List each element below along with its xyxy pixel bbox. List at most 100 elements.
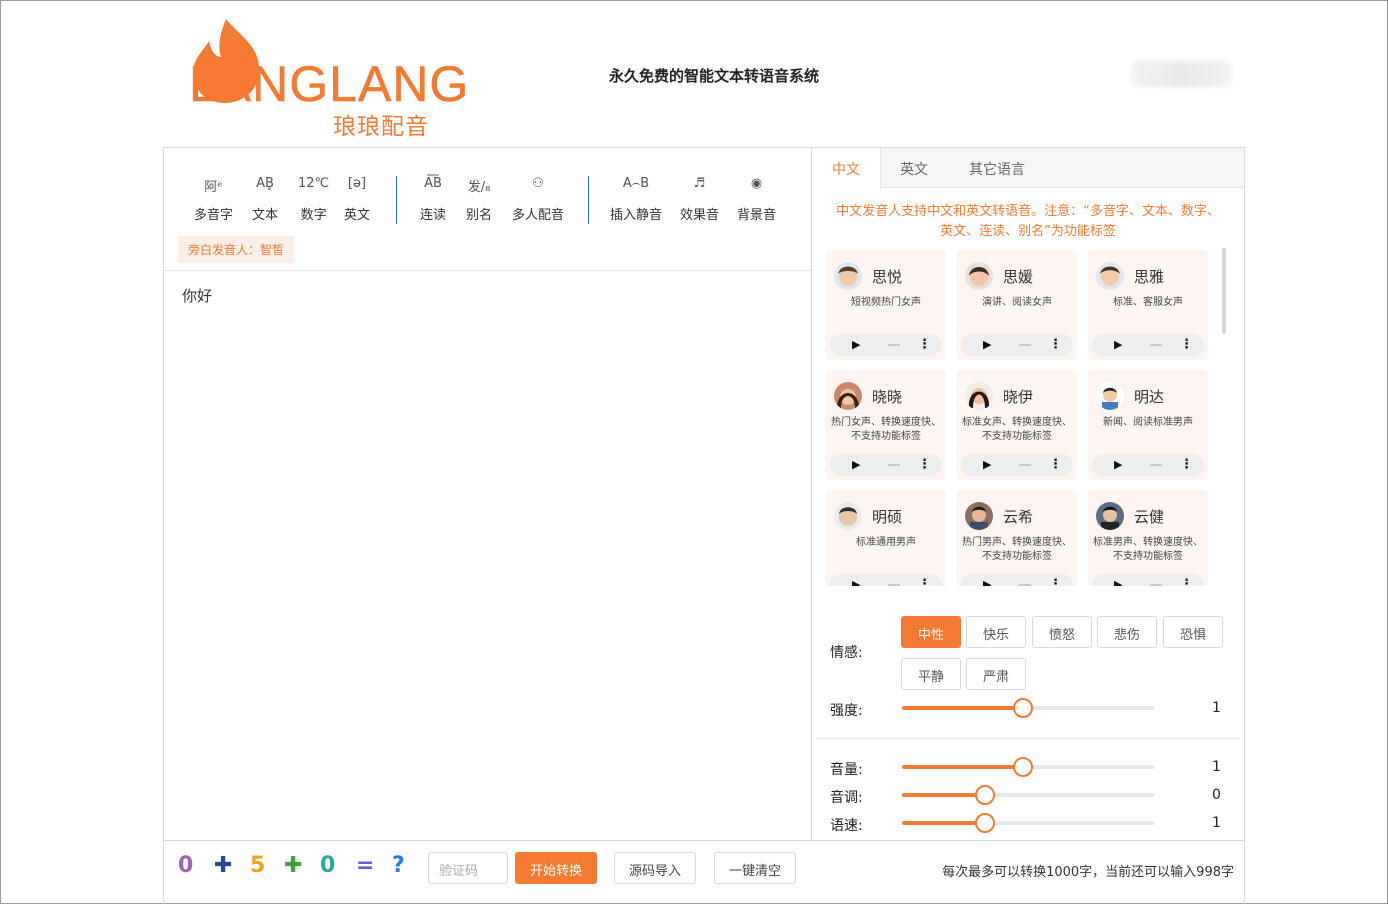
emoji-green-plus-icon[interactable]: ✚ [284, 853, 302, 878]
voice-description: 热门女声、转换速度快、不支持功能标签 [831, 417, 941, 442]
slider-fill [902, 706, 1023, 710]
emoji-question-icon[interactable]: ? [392, 853, 405, 878]
more-vertical-icon[interactable]: ⋮ [1180, 336, 1193, 354]
slider-handle[interactable] [1012, 698, 1033, 718]
play-icon[interactable]: ▶ [983, 578, 991, 586]
voice-panel: 中文 英文 其它语言 中文发音人支持中文和英文转语音。注意：“多音字、文本、数字… [812, 148, 1244, 840]
slider-handle[interactable] [1012, 757, 1033, 777]
tool-sound-effect[interactable]: ♬ 效果音 [680, 176, 719, 223]
voice-card-siya[interactable]: 思雅 标准、客服女声 ▶ ⋮ [1088, 250, 1208, 360]
voice-card-xiaoyi[interactable]: 晓伊 标准女声、转换速度快、不支持功能标签 ▶ ⋮ [957, 370, 1077, 480]
emoji-five-icon[interactable]: 5 [250, 853, 265, 878]
emotion-happy[interactable]: 快乐 [966, 616, 1026, 648]
intensity-slider[interactable] [902, 698, 1154, 718]
voice-list-scrollbar[interactable] [1222, 248, 1226, 334]
more-vertical-icon[interactable]: ⋮ [918, 576, 931, 586]
source-import-button[interactable]: 源码导入 [614, 852, 697, 884]
emotion-serious[interactable]: 严肃 [966, 658, 1026, 690]
music-note-icon: ♬ [693, 176, 706, 191]
logo[interactable]: LANGLANG 琅琅配音 [181, 15, 471, 140]
tool-polyphone[interactable]: 阿ᵉ 多音字 [194, 176, 233, 223]
emoji-plus-icon[interactable]: ✚ [214, 853, 232, 878]
disc-icon: ◉ [750, 176, 763, 191]
slider-handle[interactable] [975, 785, 996, 805]
progress-dash [1150, 584, 1162, 586]
voice-name: 明硕 [872, 508, 903, 526]
voice-card-yunjian[interactable]: 云健 标准男声、转换速度快、不支持功能标签 ▶ ⋮ [1088, 490, 1208, 586]
voice-controls: ▶ ⋮ [1092, 574, 1204, 586]
volume-slider[interactable] [902, 757, 1154, 777]
pitch-label: 音调: [830, 790, 863, 806]
tool-english[interactable]: [ə] 英文 [344, 176, 370, 223]
more-vertical-icon[interactable]: ⋮ [918, 336, 931, 354]
play-icon[interactable]: ▶ [852, 338, 860, 351]
avatar [834, 502, 862, 530]
play-icon[interactable]: ▶ [1114, 458, 1122, 471]
emotion-fear[interactable]: 恐惧 [1163, 616, 1223, 648]
language-tabs: 中文 英文 其它语言 [812, 148, 1244, 189]
pitch-slider[interactable] [902, 785, 1154, 805]
voice-card-mingda[interactable]: 明达 新闻、阅读标准男声 ▶ ⋮ [1088, 370, 1208, 480]
progress-dash [1019, 344, 1031, 346]
tool-label: 插入静音 [610, 208, 663, 223]
tool-number[interactable]: 12℃ 数字 [298, 176, 329, 223]
emotion-angry[interactable]: 愤怒 [1032, 616, 1092, 648]
main-panel: 阿ᵉ 多音字 AB̥ 文本 12℃ 数字 [ə] 英文 A͞B 连读 发/₈ 别… [163, 147, 1245, 904]
voice-card-siyue[interactable]: 思悦 短视频热门女声 ▶ ⋮ [826, 250, 946, 360]
voice-card-siyuan[interactable]: 思媛 演讲、阅读女声 ▶ ⋮ [957, 250, 1077, 360]
voice-card-xiaoxiao[interactable]: 晓晓 热门女声、转换速度快、不支持功能标签 ▶ ⋮ [826, 370, 946, 480]
tool-label: 多音字 [194, 208, 234, 223]
emotion-sad[interactable]: 悲伤 [1097, 616, 1157, 648]
emoji-equals-icon[interactable]: = [356, 853, 374, 878]
more-vertical-icon[interactable]: ⋮ [1180, 456, 1193, 474]
tool-label: 背景音 [737, 208, 777, 223]
play-icon[interactable]: ▶ [1114, 338, 1122, 351]
voice-controls: ▶ ⋮ [961, 574, 1073, 586]
play-icon[interactable]: ▶ [983, 338, 991, 351]
tool-multi-voice[interactable]: ⚇ 多人配音 [512, 176, 564, 223]
speed-slider[interactable] [902, 813, 1154, 833]
text-input-area[interactable]: 你好 [164, 271, 811, 320]
voice-description: 标准女声、转换速度快、不支持功能标签 [962, 417, 1072, 442]
progress-dash [1150, 464, 1162, 466]
start-convert-button[interactable]: 开始转换 [515, 852, 598, 884]
tool-label: 连读 [420, 208, 447, 223]
clear-all-button[interactable]: 一键清空 [714, 852, 797, 884]
tool-liaison[interactable]: A͞B 连读 [420, 176, 446, 223]
more-vertical-icon[interactable]: ⋮ [918, 456, 931, 474]
voice-name: 云健 [1134, 508, 1165, 526]
users-icon: ⚇ [532, 176, 544, 191]
tab-english[interactable]: 英文 [880, 148, 948, 188]
narrator-badge[interactable]: 旁白发音人：智皙 [178, 236, 295, 263]
voice-card-yunxi[interactable]: 云希 热门男声、转换速度快、不支持功能标签 ▶ ⋮ [957, 490, 1077, 586]
tool-text[interactable]: AB̥ 文本 [252, 176, 278, 223]
slider-handle[interactable] [975, 813, 996, 833]
emotion-neutral[interactable]: 中性 [901, 616, 961, 648]
bottom-bar: 0 ✚ 5 ✚ 0 = ? 验证码 开始转换 源码导入 一键清空 每次最多可以转… [164, 840, 1244, 904]
more-vertical-icon[interactable]: ⋮ [1049, 336, 1062, 354]
emotion-label: 情感: [830, 645, 863, 661]
emotion-calm[interactable]: 平静 [901, 658, 961, 690]
more-vertical-icon[interactable]: ⋮ [1180, 576, 1193, 586]
voice-name: 思悦 [872, 268, 903, 286]
play-icon[interactable]: ▶ [983, 458, 991, 471]
emoji-zero-icon[interactable]: 0 [178, 853, 193, 878]
play-icon[interactable]: ▶ [852, 578, 860, 586]
more-vertical-icon[interactable]: ⋮ [1049, 456, 1062, 474]
play-icon[interactable]: ▶ [852, 458, 860, 471]
play-icon[interactable]: ▶ [1114, 578, 1122, 586]
captcha-input[interactable]: 验证码 [428, 852, 508, 884]
editor-panel: 阿ᵉ 多音字 AB̥ 文本 12℃ 数字 [ə] 英文 A͞B 连读 发/₈ 别… [164, 148, 812, 840]
tool-insert-silence[interactable]: A⌢B 插入静音 [610, 176, 662, 223]
intensity-value: 1 [1212, 700, 1221, 716]
voice-card-mingshuo[interactable]: 明硕 标准通用男声 ▶ ⋮ [826, 490, 946, 586]
tab-other-languages[interactable]: 其它语言 [949, 148, 1045, 188]
more-vertical-icon[interactable]: ⋮ [1049, 576, 1062, 586]
tool-alias[interactable]: 发/₈ 别名 [466, 176, 492, 223]
voice-description: 标准、客服女声 [1113, 297, 1183, 308]
intensity-label: 强度: [830, 703, 863, 719]
tool-background-music[interactable]: ◉ 背景音 [737, 176, 776, 223]
user-info-blurred[interactable] [1131, 61, 1231, 87]
emoji-teal-zero-icon[interactable]: 0 [320, 853, 335, 878]
tab-chinese[interactable]: 中文 [812, 148, 881, 189]
